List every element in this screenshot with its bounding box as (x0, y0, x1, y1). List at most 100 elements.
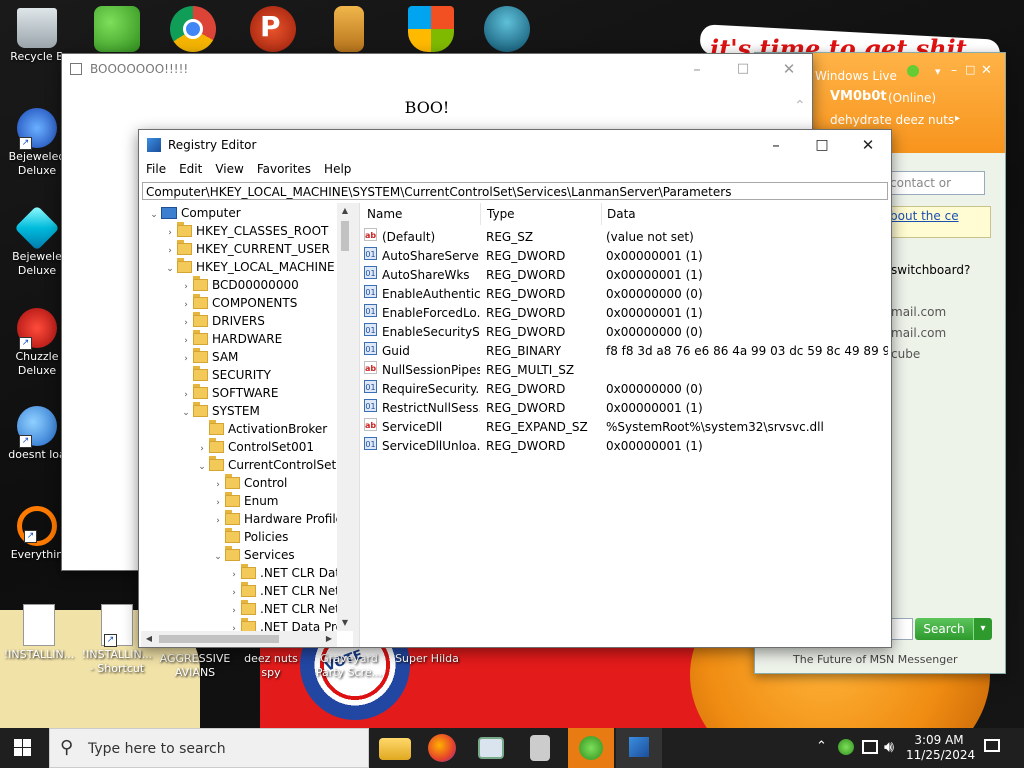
boo-scroll-up-icon[interactable]: ⌃ (794, 98, 806, 114)
tree-node[interactable]: ⌄ SYSTEM (179, 402, 260, 420)
header-divider[interactable] (480, 203, 481, 225)
app-window-icon[interactable] (478, 737, 504, 759)
menu-file[interactable]: File (139, 160, 172, 176)
menu-help[interactable]: Help (317, 160, 357, 176)
tree-node[interactable]: › HARDWARE (179, 330, 282, 348)
column-header-data[interactable]: Data (607, 207, 636, 221)
chevron-down-icon[interactable]: ⌄ (163, 260, 177, 278)
chrome-icon[interactable] (170, 6, 216, 52)
value-row[interactable]: 01 RequireSecurity... REG_DWORD 0x00000000 … (360, 380, 890, 399)
registry-close-button[interactable]: ✕ (845, 130, 891, 160)
taskbar-msn-active[interactable] (568, 728, 614, 768)
tree-node[interactable]: › BCD00000000 (179, 276, 299, 294)
msn-contact-1[interactable]: mail.com (891, 305, 946, 319)
p-app-icon[interactable]: P (250, 6, 296, 52)
chevron-down-icon[interactable]: ⌄ (211, 548, 225, 566)
tree-node[interactable]: › DRIVERS (179, 312, 265, 330)
firefox-icon[interactable] (428, 734, 456, 762)
tree-node[interactable]: › .NET CLR Netw (227, 582, 350, 600)
tree-node[interactable]: Policies (211, 528, 288, 546)
taskbar-regedit[interactable] (616, 728, 662, 768)
msn-message-chevron-icon[interactable]: ▸ (955, 113, 960, 124)
scroll-up-icon[interactable]: ▲ (337, 203, 353, 219)
desktop-icon-graveyard[interactable]: Graveyard Party Scre... (312, 652, 386, 680)
value-row[interactable]: 01 ServiceDllUnloa... REG_DWORD 0x00000001 … (360, 437, 890, 456)
registry-titlebar[interactable]: Registry Editor – □ ✕ (139, 130, 891, 160)
msn-status-icon[interactable] (907, 65, 919, 77)
tree-node[interactable]: › SOFTWARE (179, 384, 278, 402)
column-header-type[interactable]: Type (487, 207, 515, 221)
msn-info-link[interactable]: bout the ce (887, 206, 991, 238)
tray-msn-icon[interactable] (838, 739, 854, 755)
value-row[interactable]: ab ServiceDll REG_EXPAND_SZ %SystemRoot%\sy… (360, 418, 890, 437)
tree-node[interactable]: › Control (211, 474, 287, 492)
scroll-down-icon[interactable]: ▼ (337, 615, 353, 631)
tree-node[interactable]: › SAM (179, 348, 238, 366)
boo-close-button[interactable]: ✕ (766, 54, 812, 84)
value-row[interactable]: 01 EnableForcedLo... REG_DWORD 0x00000001 (… (360, 304, 890, 323)
header-divider[interactable] (601, 203, 602, 225)
tree-node[interactable]: › COMPONENTS (179, 294, 297, 312)
tree-node[interactable]: › .NET CLR Data (227, 564, 347, 582)
registry-address-bar[interactable]: Computer\HKEY_LOCAL_MACHINE\SYSTEM\Curre… (142, 182, 888, 200)
tree-node[interactable]: › Enum (211, 492, 278, 510)
boo-minimize-button[interactable]: – (674, 54, 720, 84)
msn-close-icon[interactable]: ✕ (981, 63, 992, 78)
chevron-down-icon[interactable]: ⌄ (179, 404, 193, 422)
tree-hscroll-thumb[interactable] (159, 635, 279, 643)
file-explorer-icon[interactable] (379, 738, 411, 760)
msn-search-dropdown-icon[interactable]: ▾ (973, 618, 992, 640)
tree-node[interactable]: › HKEY_CLASSES_ROOT (163, 222, 328, 240)
tree-node[interactable]: ⌄ HKEY_LOCAL_MACHINE (163, 258, 335, 276)
tree-node[interactable]: ⌄ Computer (147, 204, 240, 224)
value-row[interactable]: ab (Default) REG_SZ (value not set) (360, 228, 890, 247)
menu-view[interactable]: View (208, 160, 249, 176)
chevron-down-icon[interactable]: ⌄ (147, 206, 161, 224)
column-header-name[interactable]: Name (367, 207, 402, 221)
volume-icon[interactable]: 🔊︎ (884, 737, 894, 757)
value-row[interactable]: 01 EnableAuthentic... REG_DWORD 0x00000000 … (360, 285, 890, 304)
registry-maximize-button[interactable]: □ (799, 130, 845, 160)
tree-node[interactable]: › HKEY_CURRENT_USER (163, 240, 330, 258)
tree-vscroll-thumb[interactable] (341, 221, 349, 251)
boo-maximize-button[interactable]: □ (720, 54, 766, 84)
msn-status[interactable]: (Online) (888, 91, 936, 105)
msn-buddies-icon[interactable] (94, 6, 140, 52)
tree-horizontal-scrollbar[interactable]: ◀ ▶ (141, 631, 337, 647)
scroll-left-icon[interactable]: ◀ (141, 631, 157, 647)
start-button[interactable] (14, 739, 32, 757)
tree-node[interactable]: › Hardware Profiles (211, 510, 349, 528)
msn-menu-chevron-icon[interactable]: ▾ (935, 65, 941, 78)
menu-edit[interactable]: Edit (172, 160, 208, 176)
tray-clock[interactable]: 3:09 AM 11/25/2024 (906, 733, 975, 763)
scroll-right-icon[interactable]: ▶ (321, 631, 337, 647)
desktop-icon-deez-nuts-spy[interactable]: deez nuts spy (234, 652, 308, 680)
character-icon[interactable] (484, 6, 530, 52)
door-icon[interactable] (334, 6, 364, 52)
value-row[interactable]: 01 AutoShareWks REG_DWORD 0x00000001 (1) (360, 266, 890, 285)
chevron-down-icon[interactable]: ⌄ (195, 458, 209, 476)
menu-favorites[interactable]: Favorites (250, 160, 317, 176)
windows-shield-icon[interactable] (408, 6, 454, 52)
desktop-icon-aggressive-avians[interactable]: AGGRESSIVE AVIANS (158, 652, 232, 680)
msn-minimize-icon[interactable]: – (951, 63, 957, 77)
tree-node[interactable]: › ControlSet001 (195, 438, 314, 456)
tree-node[interactable]: SECURITY (179, 366, 271, 384)
value-row[interactable]: ab NullSessionPipes REG_MULTI_SZ (360, 361, 890, 380)
tree-node[interactable]: › .NET CLR Netw (227, 600, 350, 618)
value-row[interactable]: 01 AutoShareServer REG_DWORD 0x00000001 (1) (360, 247, 890, 266)
msn-search-button[interactable]: Search (915, 618, 973, 640)
notifications-icon[interactable] (984, 739, 1000, 752)
tree-node[interactable]: ⌄ CurrentControlSet (195, 456, 336, 474)
msn-contact-2[interactable]: mail.com (891, 326, 946, 340)
boo-titlebar[interactable]: BOOOOOOO!!!!! – □ ✕ (62, 54, 812, 84)
desktop-icon-installing[interactable]: !INSTALLIN... (2, 604, 76, 662)
archive-icon[interactable] (530, 735, 550, 761)
value-row[interactable]: 01 EnableSecuritySi... REG_DWORD 0x00000000… (360, 323, 890, 342)
tree-vertical-scrollbar[interactable]: ▲ ▼ (337, 203, 353, 631)
network-icon[interactable] (862, 740, 878, 754)
tree-node[interactable]: ActivationBroker (195, 420, 327, 438)
value-row[interactable]: 01 RestrictNullSess... REG_DWORD 0x00000001… (360, 399, 890, 418)
msn-personal-message[interactable]: dehydrate deez nuts (830, 113, 954, 127)
msn-username[interactable]: VM0b0t (830, 89, 887, 104)
